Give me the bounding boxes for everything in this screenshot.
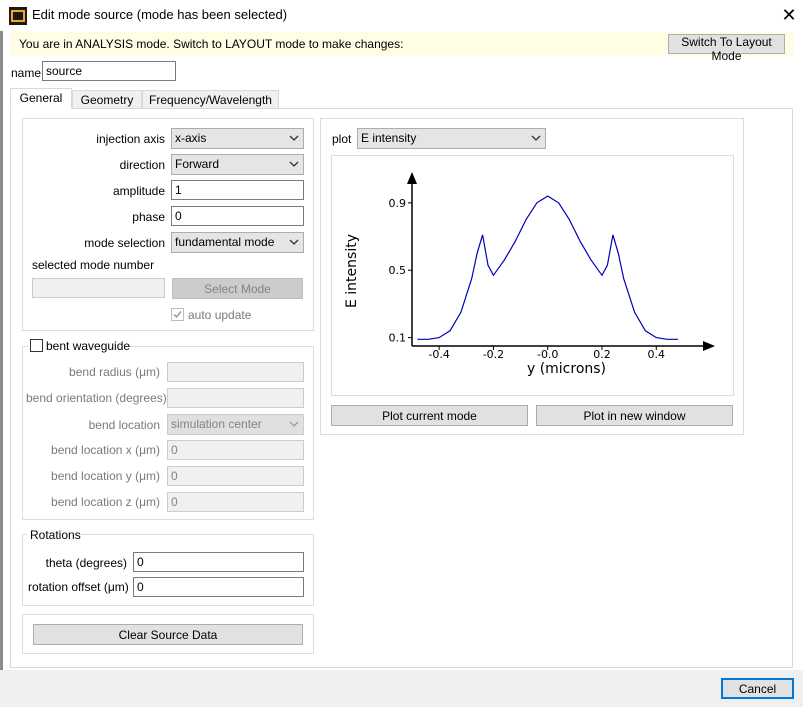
bend-location-label: bend location [88,418,160,432]
rotations-title: Rotations [30,528,81,542]
name-input[interactable]: source [42,61,176,81]
bend-orientation-label: bend orientation (degrees) [26,391,167,405]
injection-axis-label: injection axis [96,132,165,146]
checkmark-icon [173,311,182,319]
direction-dropdown[interactable]: Forward [171,154,304,175]
switch-to-layout-button[interactable]: Switch To Layout Mode [668,34,785,63]
cancel-button[interactable]: Cancel [721,678,794,699]
bend-location-x-label: bend location x (μm) [51,443,160,457]
series-line [417,195,678,340]
dialog-footer [0,670,803,707]
x-tick-label: -0.4 [428,348,449,361]
bent-waveguide-checkbox[interactable] [30,339,43,352]
name-label: name [11,66,42,80]
selected-mode-number-input[interactable] [32,278,165,298]
mode-selection-value: fundamental mode [175,235,275,249]
window-title: Edit mode source (mode has been selected… [32,7,288,22]
bend-location-z-input[interactable]: 0 [167,492,304,512]
y-axis-label: E intensity [344,234,360,308]
auto-update-label: auto update [188,308,252,322]
amplitude-label: amplitude [112,184,165,198]
plot-canvas: -0.4 -0.2 -0.0 0.2 0.4 0.1 0.5 0.9 y (microns) E … [331,155,734,396]
chevron-down-icon [531,135,541,141]
select-mode-button[interactable]: Select Mode [172,278,303,299]
direction-value: Forward [175,157,220,171]
bend-location-x-input[interactable]: 0 [167,440,304,460]
x-tick-label: 0.4 [648,348,666,361]
y-tick-label: 0.1 [389,332,407,345]
selected-mode-number-label: selected mode number [32,258,155,272]
bend-location-dropdown[interactable]: simulation center [167,414,304,435]
x-tick-label: 0.2 [593,348,611,361]
chevron-down-icon [289,161,299,167]
plot-type-dropdown[interactable]: E intensity [357,128,546,149]
bend-location-z-label: bend location z (μm) [51,495,160,509]
plot-in-new-window-button[interactable]: Plot in new window [536,405,733,426]
tab-geometry[interactable]: Geometry [72,90,142,108]
theta-input[interactable]: 0 [133,552,304,572]
y-axis-arrow [407,172,417,184]
rotation-offset-label: rotation offset (μm) [28,580,129,594]
theta-label: theta (degrees) [45,556,127,570]
lumerical-app-icon [9,7,27,25]
mode-message: You are in ANALYSIS mode. Switch to LAYO… [19,37,404,51]
x-tick-label: -0.0 [537,348,558,361]
clear-source-data-button[interactable]: Clear Source Data [33,624,303,645]
amplitude-input[interactable]: 1 [171,180,304,200]
window-edge [0,0,3,707]
bend-location-value: simulation center [171,417,262,431]
tab-general[interactable]: General [10,88,72,109]
bend-orientation-input[interactable] [167,388,304,408]
bend-location-y-label: bend location y (μm) [51,469,160,483]
x-axis-label: y (microns) [527,361,606,377]
phase-label: phase [132,210,165,224]
injection-axis-value: x-axis [175,131,207,145]
rotation-offset-input[interactable]: 0 [133,577,304,597]
tab-frequency-wavelength[interactable]: Frequency/Wavelength [142,90,279,108]
direction-label: direction [119,158,165,172]
bend-radius-input[interactable] [167,362,304,382]
bend-location-y-input[interactable]: 0 [167,466,304,486]
chevron-down-icon [289,135,299,141]
plot-type-value: E intensity [361,131,417,145]
mode-selection-dropdown[interactable]: fundamental mode [171,232,304,253]
chevron-down-icon [289,421,299,427]
injection-axis-dropdown[interactable]: x-axis [171,128,304,149]
y-tick-label: 0.9 [389,197,407,210]
bent-waveguide-label: bent waveguide [46,339,131,353]
chevron-down-icon [289,239,299,245]
auto-update-checkbox[interactable] [171,308,184,321]
mode-selection-label: mode selection [84,236,165,250]
bend-radius-label: bend radius (μm) [69,365,160,379]
y-tick-label: 0.5 [389,264,407,277]
plot-label: plot [332,132,352,146]
plot-current-mode-button[interactable]: Plot current mode [331,405,528,426]
mode-profile-chart: -0.4 -0.2 -0.0 0.2 0.4 0.1 0.5 0.9 y (microns) E … [344,172,715,377]
x-axis-arrow [703,341,715,351]
phase-input[interactable]: 0 [171,206,304,226]
x-tick-label: -0.2 [483,348,504,361]
close-icon[interactable]: ✕ [777,3,801,27]
